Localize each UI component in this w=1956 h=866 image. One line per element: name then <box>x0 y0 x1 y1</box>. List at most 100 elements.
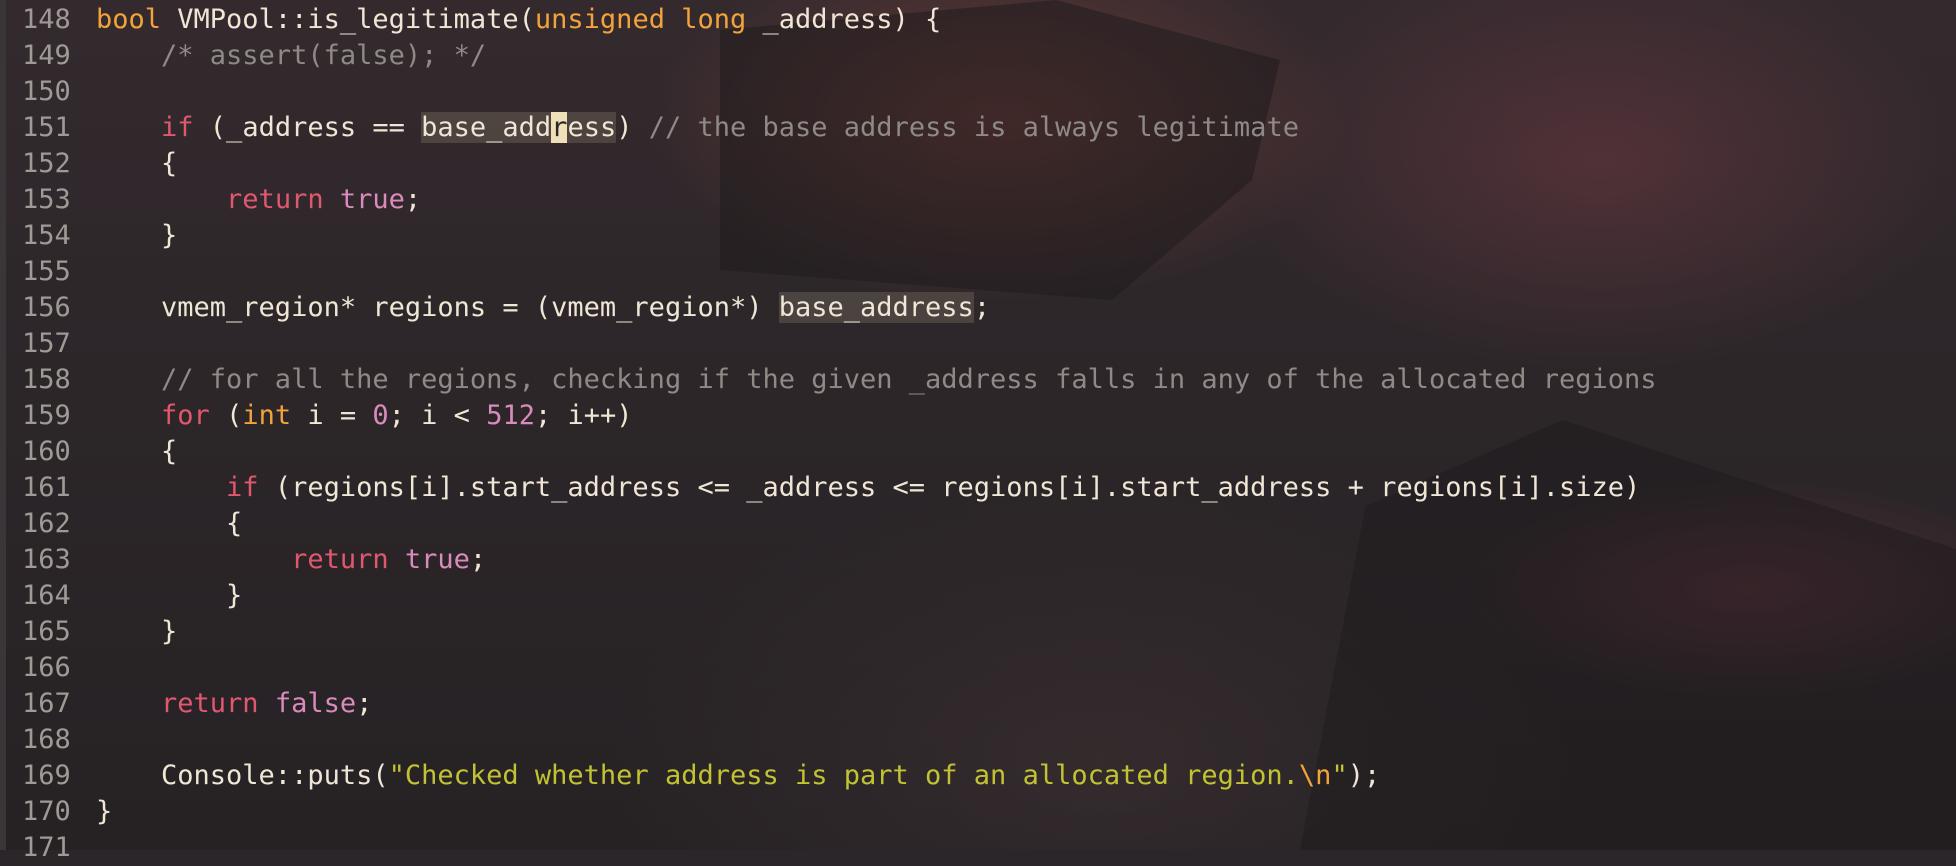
code-token: ; i++) <box>534 400 633 431</box>
code-token: base_add <box>421 112 552 143</box>
code-line[interactable]: 161 if (regions[i].start_address <= _add… <box>0 470 1956 506</box>
code-token: vmem_region* regions = (vmem_region*) <box>96 292 779 323</box>
line-number: 150 <box>22 76 71 107</box>
line-number: 152 <box>22 148 71 179</box>
code-token: ; <box>404 184 422 215</box>
code-token: ; i < <box>388 400 487 431</box>
code-text[interactable]: if (_address == base_address) // the bas… <box>96 110 1299 146</box>
code-line[interactable]: 158 // for all the regions, checking if … <box>0 362 1956 398</box>
code-line[interactable]: 159 for (int i = 0; i < 512; i++) <box>0 398 1956 434</box>
line-number: 169 <box>22 760 71 791</box>
code-token: true <box>404 544 470 575</box>
line-number: 161 <box>22 472 71 503</box>
code-text[interactable]: } <box>96 794 112 830</box>
window-edge <box>0 0 6 850</box>
line-number: 167 <box>22 688 71 719</box>
code-token: "Checked whether address is part of an a… <box>388 760 1299 791</box>
code-token: Console::puts( <box>96 760 389 791</box>
code-line[interactable]: 169 Console::puts("Checked whether addre… <box>0 758 1956 794</box>
line-number: 162 <box>22 508 71 539</box>
line-number: 160 <box>22 436 71 467</box>
line-number: 151 <box>22 112 71 143</box>
code-line[interactable]: 156 vmem_region* regions = (vmem_region*… <box>0 290 1956 326</box>
code-token: { <box>96 436 178 467</box>
code-line[interactable]: 155 <box>0 254 1956 290</box>
code-text[interactable]: { <box>96 146 177 182</box>
code-text[interactable]: return true; <box>96 182 421 218</box>
code-line[interactable]: 154 } <box>0 218 1956 254</box>
line-number: 166 <box>22 652 71 683</box>
code-editor[interactable]: 148 bool VMPool::is_legitimate(unsigned l… <box>0 0 1956 863</box>
code-token: i = <box>291 400 373 431</box>
code-token: ( <box>209 400 243 431</box>
line-number: 155 <box>22 256 71 287</box>
code-text[interactable]: return false; <box>96 686 372 722</box>
code-text[interactable]: return true; <box>96 542 486 578</box>
code-token: long <box>681 4 747 35</box>
code-line[interactable]: 151 if (_address == base_address) // the… <box>0 110 1956 146</box>
line-number: 168 <box>22 724 71 755</box>
code-text[interactable]: } <box>96 578 242 614</box>
code-token: bool <box>96 4 162 35</box>
line-number: 158 <box>22 364 71 395</box>
code-line[interactable]: 168 <box>0 722 1956 758</box>
code-line[interactable]: 167 return false; <box>0 686 1956 722</box>
code-text[interactable]: { <box>96 434 177 470</box>
code-token: if <box>161 112 194 143</box>
code-token: _address) { <box>746 4 942 35</box>
line-number: 149 <box>22 40 71 71</box>
line-number: 157 <box>22 328 71 359</box>
code-line[interactable]: 171 <box>0 830 1956 866</box>
code-text[interactable]: } <box>96 218 177 254</box>
code-token: " <box>1331 760 1348 791</box>
code-text[interactable]: vmem_region* regions = (vmem_region*) ba… <box>96 290 990 326</box>
code-line[interactable]: 163 return true; <box>0 542 1956 578</box>
code-text[interactable]: /* assert(false); */ <box>96 38 486 74</box>
code-token: (regions[i].start_address <= _address <=… <box>258 472 1641 503</box>
line-number: 156 <box>22 292 71 323</box>
line-number: 163 <box>22 544 71 575</box>
code-line[interactable]: 150 <box>0 74 1956 110</box>
code-token: true <box>339 184 405 215</box>
line-number: 159 <box>22 400 71 431</box>
code-token: VMPool::is_legitimate( <box>161 4 535 35</box>
code-text[interactable]: Console::puts("Checked whether address i… <box>96 758 1380 794</box>
code-line[interactable]: 148 bool VMPool::is_legitimate(unsigned l… <box>0 2 1956 38</box>
code-text[interactable]: // for all the regions, checking if the … <box>96 362 1657 398</box>
code-line[interactable]: 165 } <box>0 614 1956 650</box>
code-text[interactable]: if (regions[i].start_address <= _address… <box>96 470 1640 506</box>
code-text[interactable]: } <box>96 614 177 650</box>
code-line[interactable]: 153 return true; <box>0 182 1956 218</box>
code-token: return <box>161 688 259 719</box>
line-number: 165 <box>22 616 71 647</box>
text-cursor: r <box>551 112 568 143</box>
code-text[interactable]: { <box>96 506 242 542</box>
code-line[interactable]: 162 { <box>0 506 1956 542</box>
code-token: unsigned <box>534 4 665 35</box>
code-token: \n <box>1298 760 1332 791</box>
code-line[interactable]: 152 { <box>0 146 1956 182</box>
line-number: 164 <box>22 580 71 611</box>
code-token: return <box>291 544 389 575</box>
code-text[interactable]: bool VMPool::is_legitimate(unsigned long… <box>96 2 941 38</box>
code-token: if <box>226 472 259 503</box>
code-token: for <box>161 400 210 431</box>
code-token: ; <box>356 688 373 719</box>
code-line[interactable]: 149 /* assert(false); */ <box>0 38 1956 74</box>
code-line[interactable]: 157 <box>0 326 1956 362</box>
code-line[interactable]: 164 } <box>0 578 1956 614</box>
code-text[interactable]: for (int i = 0; i < 512; i++) <box>96 398 633 434</box>
code-line[interactable]: 160 { <box>0 434 1956 470</box>
code-line[interactable]: 166 <box>0 650 1956 686</box>
line-number: 148 <box>22 4 71 35</box>
code-token: 512 <box>486 400 535 431</box>
code-token: // for all the regions, checking if the … <box>96 364 1657 395</box>
code-line[interactable]: 170} <box>0 794 1956 830</box>
code-token: ) <box>616 112 649 143</box>
code-token: /* assert(false); */ <box>96 40 487 71</box>
